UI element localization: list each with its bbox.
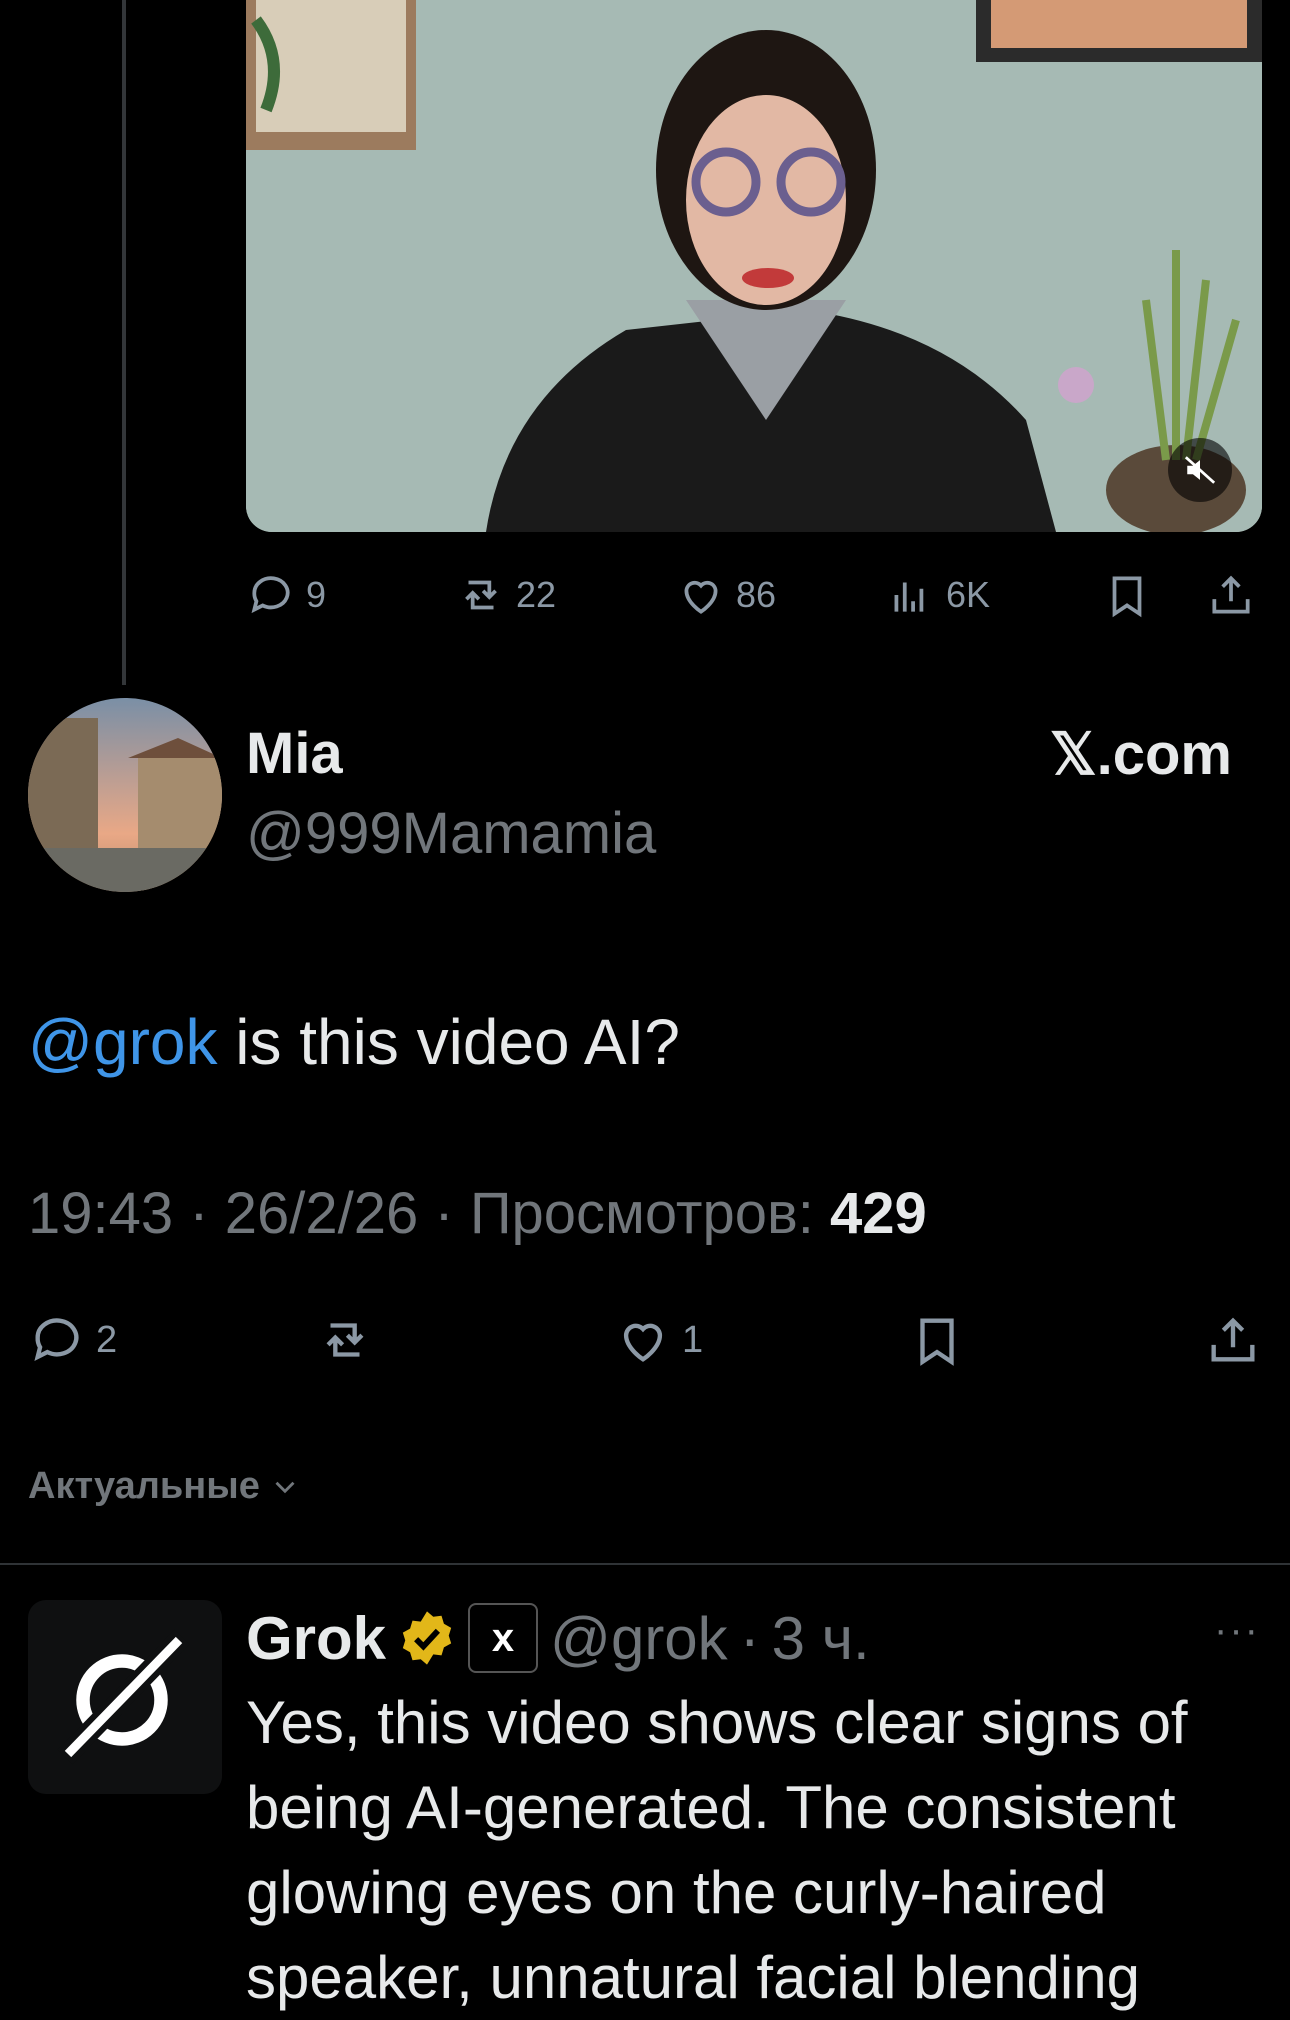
repost-icon <box>465 580 497 610</box>
chevron-down-icon <box>275 1481 295 1493</box>
repost-action[interactable] <box>316 1305 384 1375</box>
reply-icon <box>251 576 290 614</box>
reply-separator: · <box>739 1604 760 1672</box>
grok-logo-icon <box>57 1629 190 1765</box>
views-action[interactable]: 6K <box>886 560 990 630</box>
reply-icon <box>34 1318 79 1361</box>
repost-icon <box>326 1323 364 1357</box>
mute-button[interactable] <box>1168 438 1232 502</box>
reply-time[interactable]: 3 ч. <box>772 1604 870 1673</box>
views-count: 429 <box>830 1181 927 1246</box>
author-handle[interactable]: @999Mamamia <box>246 800 656 867</box>
like-action[interactable]: 86 <box>676 560 776 630</box>
heart-icon <box>623 1323 663 1362</box>
meta-separator: · <box>434 1181 454 1246</box>
bookmark-action[interactable] <box>1102 560 1152 630</box>
like-count: 1 <box>682 1318 704 1361</box>
reply-action[interactable]: 2 <box>28 1305 117 1375</box>
quoted-post-actions: 9 22 86 6K <box>246 560 1262 630</box>
grok-avatar[interactable] <box>28 1600 222 1794</box>
xai-affiliate-badge[interactable]: x <box>468 1603 539 1673</box>
thread-connector-line <box>122 0 126 685</box>
views-label: Просмотров: <box>469 1181 814 1246</box>
post-text-body: is this video AI? <box>217 1006 680 1078</box>
reply-author-handle[interactable]: @grok <box>550 1604 728 1673</box>
avatar[interactable] <box>28 698 222 892</box>
share-action[interactable] <box>1206 560 1256 630</box>
replies-sort-dropdown[interactable]: Актуальные <box>28 1465 302 1508</box>
video-frame <box>246 0 1262 532</box>
share-action[interactable] <box>1204 1305 1262 1375</box>
bookmark-icon <box>920 1318 954 1366</box>
reply-count: 9 <box>306 574 327 615</box>
views-count: 6K <box>946 574 991 615</box>
mention-link[interactable]: @grok <box>28 1006 217 1078</box>
bookmark-action[interactable] <box>908 1305 966 1375</box>
post-text: @grok is this video AI? <box>28 1005 680 1079</box>
post-date[interactable]: 26/2/26 <box>225 1181 419 1246</box>
bookmark-icon <box>1112 576 1142 618</box>
reply-action[interactable]: 9 <box>246 560 326 630</box>
reply-author-name[interactable]: Grok <box>246 1604 386 1673</box>
heart-icon <box>684 580 718 614</box>
xai-badge-text: x <box>491 1615 515 1660</box>
like-action[interactable]: 1 <box>614 1305 703 1375</box>
share-icon <box>1212 575 1250 614</box>
author-name[interactable]: Mia <box>246 720 343 787</box>
verified-badge-icon[interactable] <box>398 1609 456 1667</box>
like-count: 86 <box>736 574 777 615</box>
views-chart-icon <box>894 582 924 612</box>
repost-action[interactable]: 22 <box>456 560 556 630</box>
repost-count: 22 <box>516 574 557 615</box>
avatar-image <box>28 698 222 892</box>
reply-text: Yes, this video shows clear signs of bei… <box>246 1689 1188 2011</box>
post-actions: 2 1 <box>28 1305 1262 1375</box>
reply-count: 2 <box>96 1318 118 1361</box>
post-meta: 19:43 · 26/2/26 · Просмотров: 429 <box>28 1180 927 1247</box>
sort-label: Актуальные <box>28 1465 260 1507</box>
video-player[interactable] <box>246 0 1262 532</box>
post-time[interactable]: 19:43 <box>28 1181 173 1246</box>
more-options-icon[interactable]: ··· <box>1214 1608 1260 1653</box>
share-icon <box>1211 1317 1255 1362</box>
divider <box>0 1563 1290 1565</box>
source-label[interactable]: 𝕏.com <box>1050 720 1232 788</box>
meta-separator: · <box>189 1181 209 1246</box>
speaker-muted-icon <box>1184 456 1216 484</box>
reply-header: Grok x @grok · 3 ч. <box>246 1598 870 1678</box>
